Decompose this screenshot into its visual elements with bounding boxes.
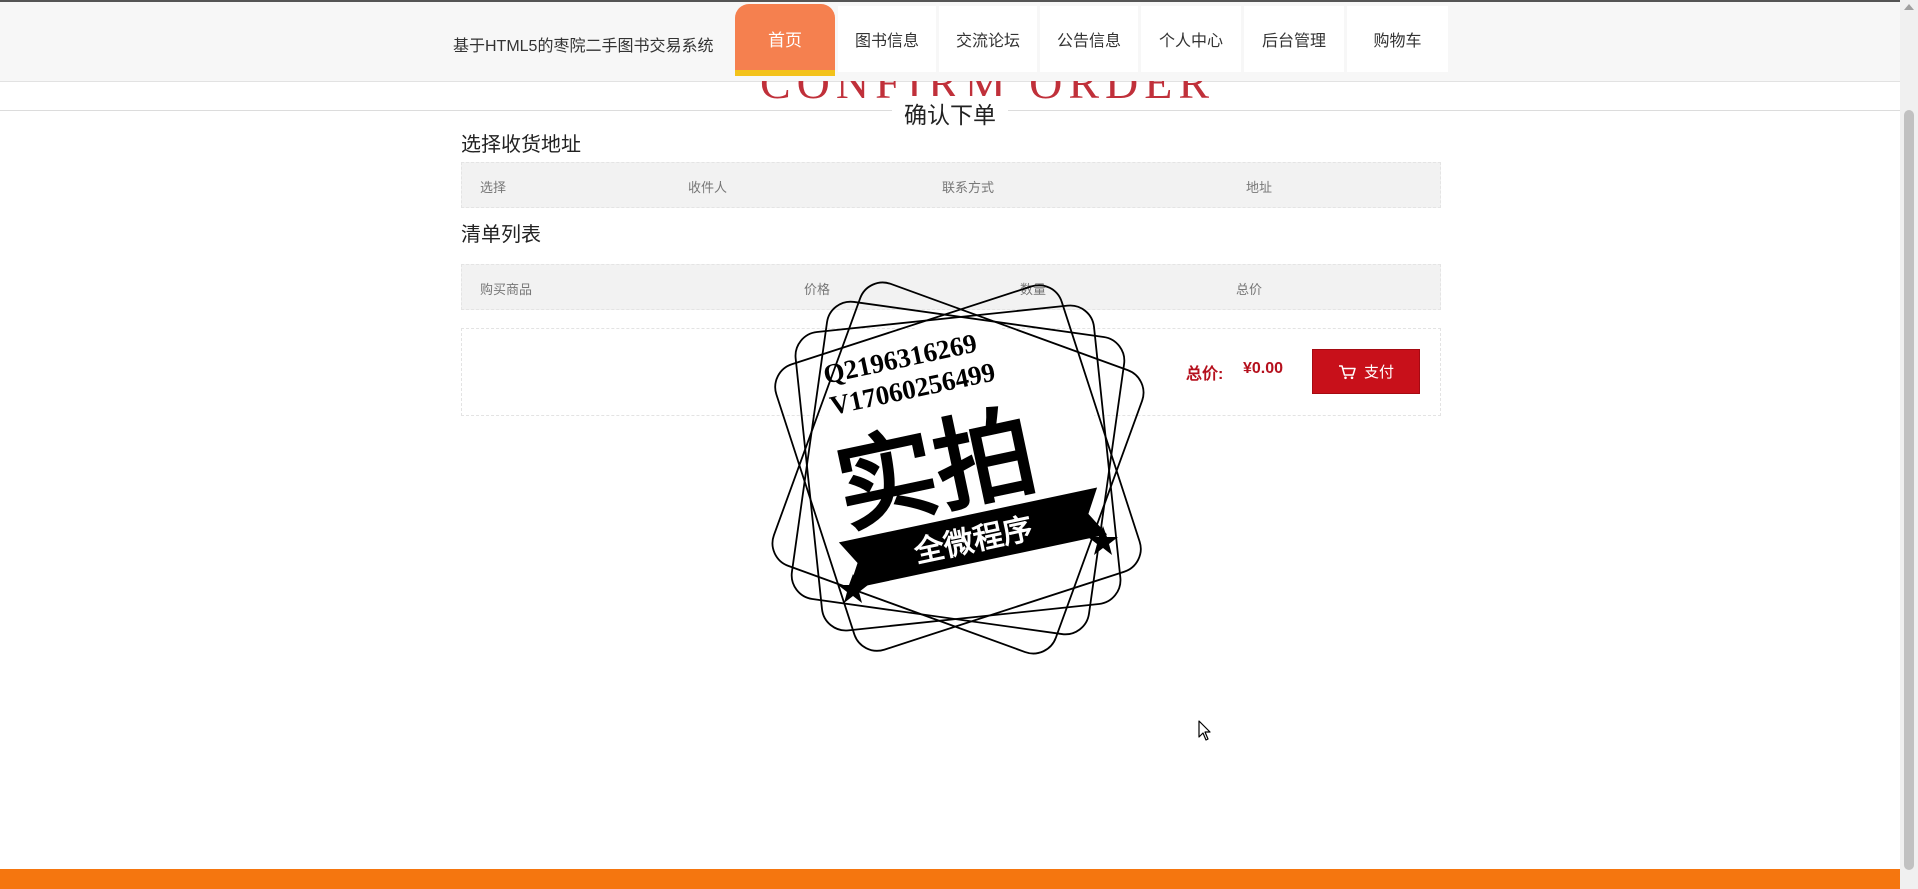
address-col-recipient: 收件人 [688, 180, 728, 195]
address-section-title: 选择收货地址 [461, 134, 581, 156]
total-value: ¥0.00 [1243, 360, 1284, 377]
order-section-title: 清单列表 [461, 224, 541, 246]
footer-bar [0, 869, 1900, 889]
nav-forum[interactable]: 交流论坛 [939, 6, 1037, 72]
cart-icon [1338, 364, 1356, 380]
total-label: 总价: [1186, 366, 1224, 383]
mouse-cursor-icon [1198, 720, 1212, 747]
nav-home[interactable]: 首页 [735, 4, 835, 76]
site-title: 基于HTML5的枣院二手图书交易系统 [453, 38, 714, 55]
order-col-total: 总价 [1236, 282, 1263, 297]
address-col-address: 地址 [1246, 180, 1273, 195]
watermark-stamp: Q2196316269 V17060256499 实拍 全微程序 [748, 258, 1168, 678]
page-heading: 确认下单 [892, 96, 1008, 130]
nav-books[interactable]: 图书信息 [838, 6, 936, 72]
nav-notices[interactable]: 公告信息 [1040, 6, 1138, 72]
pay-button-label: 支付 [1363, 364, 1394, 381]
nav-cart[interactable]: 购物车 [1347, 6, 1448, 72]
scroll-up-arrow-icon[interactable] [1904, 4, 1914, 10]
address-col-select: 选择 [480, 180, 507, 195]
scrollbar-thumb[interactable] [1904, 110, 1914, 870]
nav-profile[interactable]: 个人中心 [1141, 6, 1241, 72]
address-table-header: 选择 收件人 联系方式 地址 [461, 162, 1441, 208]
nav-admin[interactable]: 后台管理 [1244, 6, 1344, 72]
address-col-contact: 联系方式 [942, 180, 995, 195]
order-col-product: 购买商品 [480, 282, 533, 297]
pay-button[interactable]: 支付 [1312, 349, 1420, 394]
